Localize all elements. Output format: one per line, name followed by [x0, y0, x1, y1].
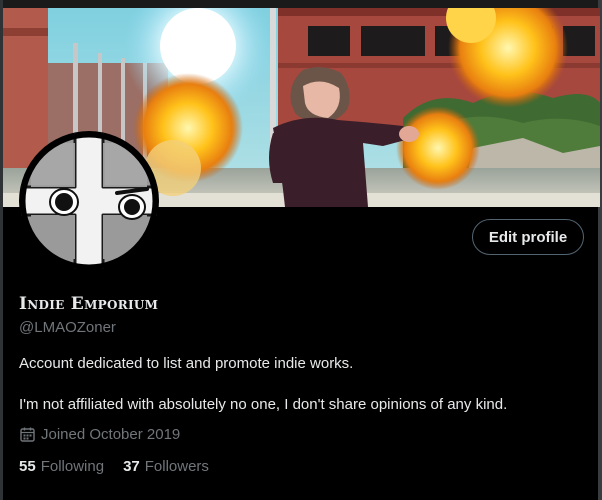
following-label: Following	[40, 458, 105, 475]
joined-date: Joined October 2019	[19, 426, 180, 443]
joined-text: Joined October 2019	[41, 426, 181, 443]
following-count: 55	[19, 458, 36, 475]
profile-page: Edit profile Indie Emporium @LMAOZoner A…	[0, 0, 602, 500]
window-top-strip	[0, 0, 602, 8]
profile-avatar[interactable]	[19, 131, 159, 271]
followers-link[interactable]: 37 Followers	[123, 458, 209, 475]
calendar-icon	[19, 426, 36, 443]
followers-count: 37	[123, 458, 140, 475]
profile-handle: @LMAOZoner	[19, 319, 116, 336]
profile-display-name: Indie Emporium	[19, 294, 159, 314]
profile-bio-line: Account dedicated to list and promote in…	[19, 355, 354, 372]
profile-bio-line: I'm not affiliated with absolutely no on…	[19, 396, 508, 413]
following-link[interactable]: 55 Following	[19, 458, 104, 475]
followers-label: Followers	[144, 458, 209, 475]
follow-stats: 55 Following 37 Followers	[19, 458, 228, 475]
edit-profile-button[interactable]: Edit profile	[472, 219, 584, 255]
